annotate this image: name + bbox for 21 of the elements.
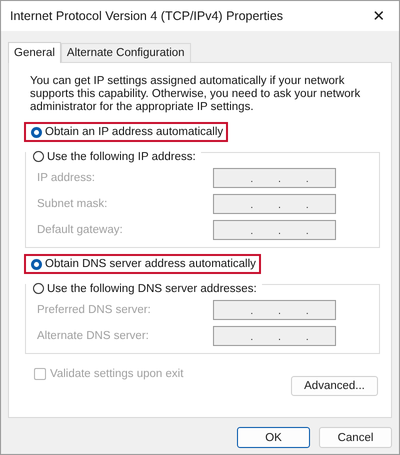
field-label: Preferred DNS server:: [37, 304, 151, 316]
field-label: Alternate DNS server:: [37, 330, 149, 342]
tab[interactable]: Alternate Configuration: [60, 43, 191, 62]
description-text: You can get IP settings assigned automatically if your network supports this capability. Otherwise, you need to ask your network administrator for the appropriate IP settings.: [30, 75, 362, 114]
radio-option[interactable]: Use the following IP address:: [33, 150, 196, 162]
radio-button[interactable]: [33, 283, 44, 294]
radio-option[interactable]: Obtain an IP address automatically: [31, 126, 224, 138]
close-button[interactable]: ✕: [359, 1, 399, 31]
radio-button[interactable]: [31, 126, 42, 138]
advanced-button[interactable]: Advanced...: [291, 376, 378, 396]
radio-button[interactable]: [33, 151, 44, 162]
window-title: Internet Protocol Version 4 (TCP/IPv4) Properties: [10, 9, 284, 23]
ok-button[interactable]: OK: [237, 427, 310, 448]
radio-button[interactable]: [31, 258, 42, 270]
field-label: Default gateway:: [37, 224, 123, 236]
field-label: Subnet mask:: [37, 198, 108, 210]
field-label: IP address:: [37, 172, 95, 184]
tab[interactable]: General: [8, 42, 61, 63]
cancel-button[interactable]: Cancel: [319, 427, 392, 448]
radio-option[interactable]: Use the following DNS server addresses:: [33, 282, 257, 294]
radio-option[interactable]: Obtain DNS server address automatically: [31, 258, 256, 270]
